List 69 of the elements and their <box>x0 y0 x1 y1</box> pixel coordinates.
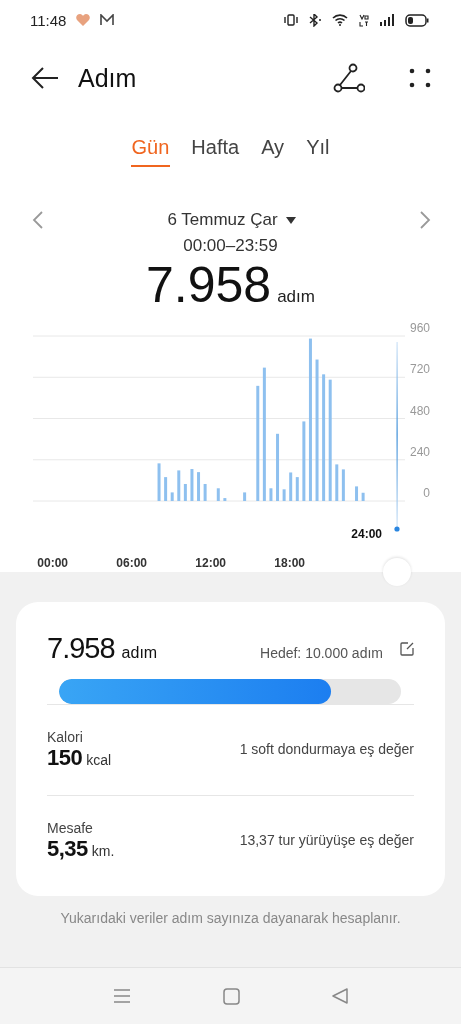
axis-label: 18:00 <box>274 556 306 570</box>
wifi-icon <box>332 14 349 26</box>
step-unit: adım <box>277 287 315 307</box>
axis-label: 480 <box>409 403 430 418</box>
footnote: Yukarıdaki veriler adım sayınıza dayanarak hesaplanır. <box>60 910 401 926</box>
axis-label: 720 <box>409 362 430 377</box>
battery-icon <box>405 13 429 27</box>
heart-icon <box>76 14 91 26</box>
previous-day-icon[interactable] <box>32 211 44 229</box>
axis-label: 960 <box>409 322 430 335</box>
volte-icon <box>359 13 369 27</box>
stat-label: Kalori <box>47 729 84 745</box>
stat-unit: kcal <box>86 752 112 768</box>
chart-bar <box>335 464 339 501</box>
goal-label: Hedef: 10.000 adım <box>260 645 383 661</box>
chart-bar <box>190 469 194 501</box>
chart-bar <box>203 484 207 501</box>
bluetooth-icon <box>308 13 322 27</box>
chart-bar <box>282 489 286 501</box>
edit-icon[interactable] <box>400 641 414 656</box>
stat-value: 5,35 <box>47 836 88 862</box>
axis-label: 0 <box>423 486 430 500</box>
chart-bar <box>177 470 181 501</box>
axis-label: 12:00 <box>195 556 227 570</box>
period-tab[interactable]: Ay <box>260 136 286 167</box>
next-day-icon[interactable] <box>419 211 431 229</box>
period-tab[interactable]: Yıl <box>305 136 331 167</box>
time-cursor[interactable] <box>394 342 400 532</box>
chart-bar <box>197 472 201 501</box>
chart-bar <box>223 498 227 501</box>
status-time: 11:48 <box>30 11 67 29</box>
back-arrow-icon[interactable] <box>30 66 60 90</box>
stat-equivalent: 1 soft dondurmaya eş değer <box>239 741 414 759</box>
step-unit: adım <box>121 644 158 662</box>
home-icon[interactable] <box>223 987 240 1005</box>
chart-bar <box>289 472 293 501</box>
period-tab[interactable]: Hafta <box>190 136 241 167</box>
chart-bar <box>341 469 345 501</box>
route-icon[interactable] <box>333 63 365 93</box>
stat-label: Mesafe <box>47 820 94 836</box>
axis-label: 06:00 <box>116 556 148 570</box>
back-icon[interactable] <box>332 988 348 1004</box>
stat-value: 150 <box>47 745 83 771</box>
chart-bar <box>164 477 168 501</box>
chart-bar <box>216 488 220 501</box>
date-label[interactable]: 6 Temmuz Çar <box>167 210 278 230</box>
chart-bar <box>183 484 187 501</box>
page-title: Adım <box>78 63 138 93</box>
time-range: 00:00–23:59 <box>183 236 278 256</box>
chart-bar <box>269 488 273 501</box>
dropdown-icon[interactable] <box>285 216 296 224</box>
stat-equivalent: 13,37 tur yürüyüşe eş değer <box>239 832 414 850</box>
axis-label: 240 <box>409 444 430 459</box>
step-count: 7.958 <box>47 632 115 665</box>
signal-icon <box>379 14 395 26</box>
chart-bar <box>355 486 359 501</box>
stat-unit: km. <box>91 843 115 859</box>
cursor-time: 24:00 <box>351 527 382 541</box>
axis-label: 00:00 <box>37 556 69 570</box>
chart-bar <box>243 492 247 501</box>
chart-bar <box>361 492 365 501</box>
step-total: 7.958 <box>146 256 272 314</box>
menu-icon[interactable] <box>113 988 131 1004</box>
mail-icon <box>100 14 115 26</box>
chart-bar <box>157 463 161 501</box>
chart-bar <box>170 492 174 501</box>
chart-bar <box>295 477 299 501</box>
vibrate-icon <box>284 14 298 26</box>
chart-bar <box>276 433 280 501</box>
